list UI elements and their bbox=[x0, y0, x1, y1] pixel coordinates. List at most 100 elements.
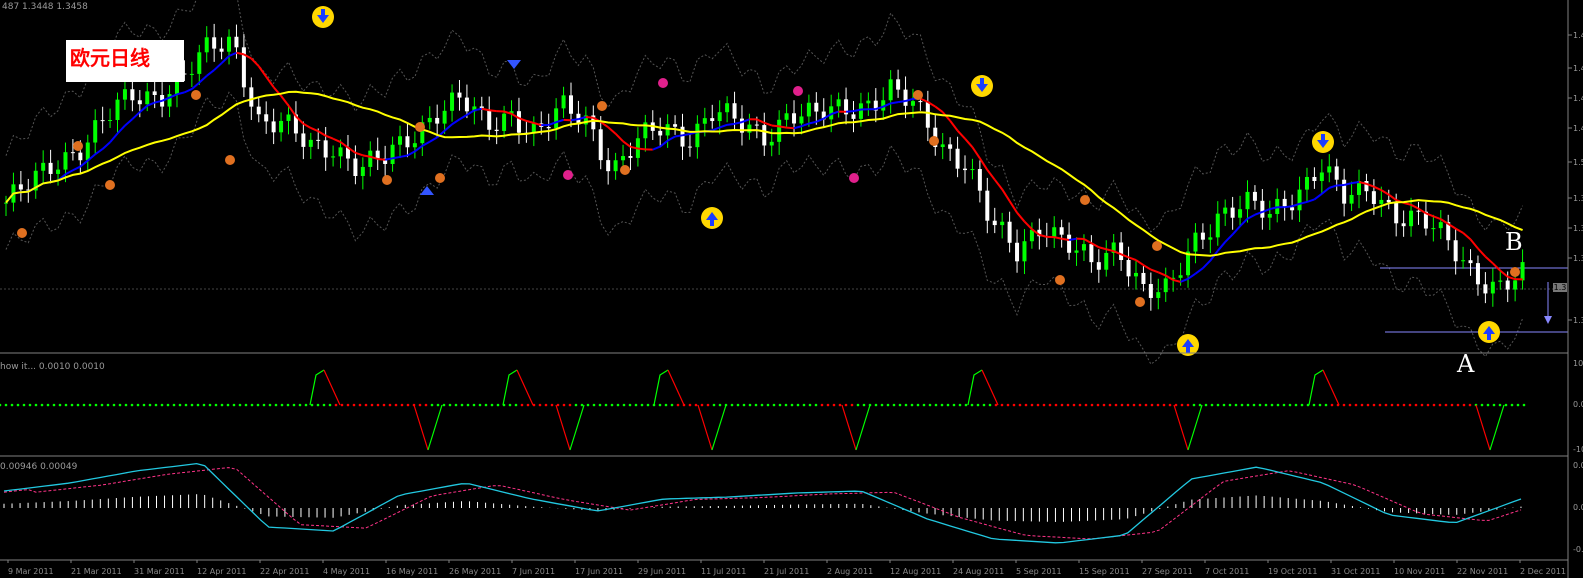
fast-ma-segment bbox=[339, 141, 349, 149]
step-dot bbox=[796, 403, 800, 407]
x-tick-label: 16 May 2011 bbox=[386, 567, 438, 576]
candle-body bbox=[487, 109, 492, 130]
x-tick-label: 4 May 2011 bbox=[323, 567, 370, 576]
step-dot bbox=[1228, 403, 1232, 407]
fast-ma-segment bbox=[1306, 198, 1315, 203]
x-tick-label: 10 Nov 2011 bbox=[1394, 567, 1445, 576]
fast-ma-segment bbox=[622, 140, 632, 148]
small-arrow-icon bbox=[507, 60, 521, 69]
candle-body bbox=[85, 142, 90, 161]
axis-tick-label: 1.4 bbox=[1573, 31, 1583, 40]
sell-signal-icon bbox=[1312, 131, 1334, 153]
step-dot bbox=[430, 403, 434, 407]
step-dot bbox=[160, 403, 164, 407]
x-tick-label: 17 Jun 2011 bbox=[575, 567, 623, 576]
candle-body bbox=[516, 111, 521, 133]
step-dot bbox=[790, 403, 794, 407]
step-dot bbox=[370, 403, 374, 407]
step-dot bbox=[1420, 403, 1424, 407]
candle-body bbox=[227, 36, 232, 52]
step-dot bbox=[1480, 403, 1484, 407]
osc-rise bbox=[1308, 369, 1324, 406]
step-dot bbox=[1360, 403, 1364, 407]
fast-ma-segment bbox=[1313, 193, 1323, 201]
fast-ma-segment bbox=[890, 101, 899, 105]
candle-body bbox=[561, 95, 566, 109]
step-dot bbox=[1294, 403, 1298, 407]
fast-ma-segment bbox=[1217, 241, 1226, 252]
marker-dot-icon bbox=[105, 180, 115, 190]
axis-tick-label: 1.3 bbox=[1573, 194, 1583, 203]
step-dot bbox=[1378, 403, 1382, 407]
step-dot bbox=[202, 403, 206, 407]
candle-body bbox=[1386, 199, 1391, 203]
fast-ma-segment bbox=[1016, 212, 1026, 223]
fast-ma-segment bbox=[131, 111, 141, 120]
fast-ma-segment bbox=[1388, 193, 1397, 201]
fast-ma-segment bbox=[1180, 277, 1189, 283]
step-dot bbox=[700, 403, 704, 407]
fast-ma-segment bbox=[756, 118, 765, 124]
step-dot bbox=[46, 403, 50, 407]
candle-body bbox=[1267, 213, 1272, 218]
step-dot bbox=[364, 403, 368, 407]
fast-ma-segment bbox=[526, 119, 535, 124]
step-dot bbox=[220, 403, 224, 407]
fast-ma-segment bbox=[139, 104, 148, 113]
candle-body bbox=[152, 91, 157, 96]
axis-tick-label: 0.0 bbox=[1573, 400, 1583, 409]
step-dot bbox=[1180, 403, 1184, 407]
osc-recover bbox=[427, 404, 443, 451]
step-dot bbox=[802, 403, 806, 407]
step-dot bbox=[1072, 403, 1076, 407]
fast-ma-segment bbox=[250, 57, 260, 67]
step-dot bbox=[388, 403, 392, 407]
step-dot bbox=[760, 403, 764, 407]
step-dot bbox=[1006, 403, 1010, 407]
step-dot bbox=[28, 403, 32, 407]
sell-signal-icon bbox=[971, 75, 993, 97]
step-dot bbox=[328, 403, 332, 407]
step-dot bbox=[586, 403, 590, 407]
candle-body bbox=[1416, 210, 1421, 212]
step-dot bbox=[808, 403, 812, 407]
step-dot bbox=[718, 403, 722, 407]
marker-dot-icon bbox=[1135, 297, 1145, 307]
x-tick-label: 31 Oct 2011 bbox=[1331, 567, 1380, 576]
candle-body bbox=[56, 169, 61, 174]
marker-dot-icon bbox=[17, 228, 27, 238]
step-dot bbox=[940, 403, 944, 407]
fast-ma-segment bbox=[979, 157, 989, 171]
step-dot bbox=[1156, 403, 1160, 407]
price-pane bbox=[0, 0, 1568, 365]
axis-tick-label: 1.3 bbox=[1573, 224, 1583, 233]
candle-body bbox=[1520, 262, 1525, 281]
candle-body bbox=[814, 102, 819, 112]
step-dot bbox=[10, 403, 14, 407]
step-dot bbox=[964, 403, 968, 407]
step-dot bbox=[310, 403, 314, 407]
fast-ma-segment bbox=[362, 154, 371, 158]
momentum-pane: 100 0.0 -10 bbox=[0, 359, 1583, 454]
fast-ma-segment bbox=[763, 121, 773, 127]
candle-body bbox=[308, 139, 313, 147]
candle-body bbox=[360, 166, 365, 176]
range-arrow-icon bbox=[1544, 316, 1552, 324]
candle-body bbox=[450, 92, 455, 111]
candle-body bbox=[18, 184, 23, 190]
fast-ma-segment bbox=[1484, 255, 1494, 265]
candle-body bbox=[792, 113, 797, 124]
fast-ma-segment bbox=[1499, 269, 1509, 278]
candle-body bbox=[145, 91, 150, 105]
signal-line bbox=[3, 467, 1522, 540]
step-dot bbox=[256, 403, 260, 407]
candle-body bbox=[1379, 199, 1384, 204]
step-dot bbox=[1468, 403, 1472, 407]
step-dot bbox=[358, 403, 362, 407]
axis-tick-label: -10 bbox=[1573, 445, 1583, 454]
fast-ma-segment bbox=[1150, 268, 1159, 274]
candle-body bbox=[323, 140, 328, 158]
candle-body bbox=[1409, 210, 1414, 227]
step-dot bbox=[880, 403, 884, 407]
fast-ma-segment bbox=[585, 116, 594, 119]
